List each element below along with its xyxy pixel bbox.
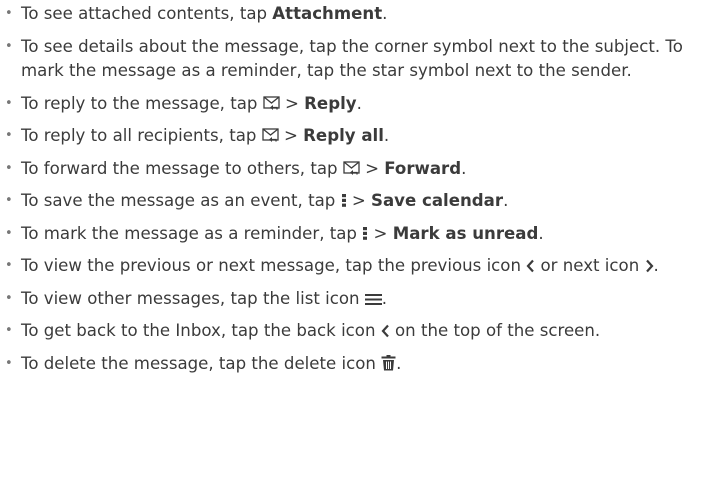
list-item-back: • To get back to the Inbox, tap the back… <box>0 319 701 344</box>
item-text-post: on the top of the screen. <box>389 321 601 340</box>
reply-menu-icon <box>262 128 279 143</box>
item-text-post: . <box>356 93 362 113</box>
back-icon <box>381 324 390 338</box>
item-text-pre: To reply to the message, tap <box>21 93 263 113</box>
list-item-save-calendar: • To save the message as an event, tap >… <box>0 189 701 214</box>
chevron-right-icon <box>645 259 654 273</box>
bullet: • <box>5 128 13 143</box>
manual-page: • To see attached contents, tap Attachme… <box>0 0 701 495</box>
item-text-post: . <box>538 223 544 243</box>
item-text-pre: To reply to all recipients, tap <box>21 126 262 145</box>
bullet: • <box>5 290 13 306</box>
item-text-pre: To delete the message, tap the delete ic… <box>21 353 382 373</box>
bullet: • <box>5 225 13 241</box>
list-item-prev-next: • To view the previous or next message, … <box>0 254 701 279</box>
list-icon <box>364 293 382 306</box>
list-item-details: • To see details about the message, tap … <box>0 35 701 84</box>
item-text-mid: > <box>346 191 372 210</box>
bullet: • <box>5 193 13 208</box>
reply-menu-icon <box>343 160 360 176</box>
list-item-mark-unread: • To mark the message as a reminder, tap… <box>0 222 701 247</box>
item-text-mid: > <box>279 93 305 113</box>
item-text-post: . <box>396 353 402 373</box>
bullet: • <box>5 355 13 371</box>
item-text: To see details about the message, tap th… <box>21 36 683 81</box>
item-text-bold: Attachment <box>272 4 383 23</box>
list-item-forward: • To forward the message to others, tap … <box>0 157 701 182</box>
delete-icon <box>381 354 396 371</box>
item-text-post: . <box>461 158 467 178</box>
instruction-list: • To see attached contents, tap Attachme… <box>0 2 701 376</box>
list-item-attachment: • To see attached contents, tap Attachme… <box>0 2 701 27</box>
list-item-reply: • To reply to the message, tap > Reply. <box>0 92 701 117</box>
item-text-bold: Reply <box>304 93 357 113</box>
bullet: • <box>5 38 13 54</box>
item-text-bold: Reply all <box>303 126 384 145</box>
item-text-bold: Save calendar <box>371 191 504 210</box>
item-text-mid: > <box>278 126 304 145</box>
reply-menu-icon <box>263 95 280 111</box>
item-text-bold: Forward <box>384 158 462 178</box>
bullet: • <box>5 95 13 111</box>
bullet: • <box>5 6 13 21</box>
item-text-pre: To see attached contents, tap <box>21 4 273 23</box>
chevron-left-icon <box>526 259 535 273</box>
item-text-post: . <box>503 191 509 210</box>
item-text-mid: or next icon <box>535 256 645 275</box>
item-text-bold: Mark as unread <box>392 223 539 243</box>
item-text-post: . <box>653 256 659 275</box>
list-item-reply-all: • To reply to all recipients, tap > Repl… <box>0 124 701 149</box>
item-text-pre: To view other messages, tap the list ico… <box>21 288 365 308</box>
bullet: • <box>5 258 13 273</box>
bullet: • <box>5 160 13 176</box>
item-text-pre: To view the previous or next message, ta… <box>21 256 527 275</box>
list-item-delete: • To delete the message, tap the delete … <box>0 352 701 377</box>
item-text-mid: > <box>359 158 385 178</box>
item-text-pre: To mark the message as a reminder, tap <box>21 223 363 243</box>
list-item-list: • To view other messages, tap the list i… <box>0 287 701 312</box>
item-text-post: . <box>381 288 388 308</box>
bullet: • <box>5 323 13 338</box>
item-text-pre: To forward the message to others, tap <box>21 158 343 178</box>
item-text-mid: > <box>368 223 393 243</box>
item-text-pre: To save the message as an event, tap <box>21 191 341 210</box>
item-text-pre: To get back to the Inbox, tap the back i… <box>21 321 381 340</box>
item-text-post: . <box>383 126 390 145</box>
item-text-post: . <box>382 4 388 23</box>
